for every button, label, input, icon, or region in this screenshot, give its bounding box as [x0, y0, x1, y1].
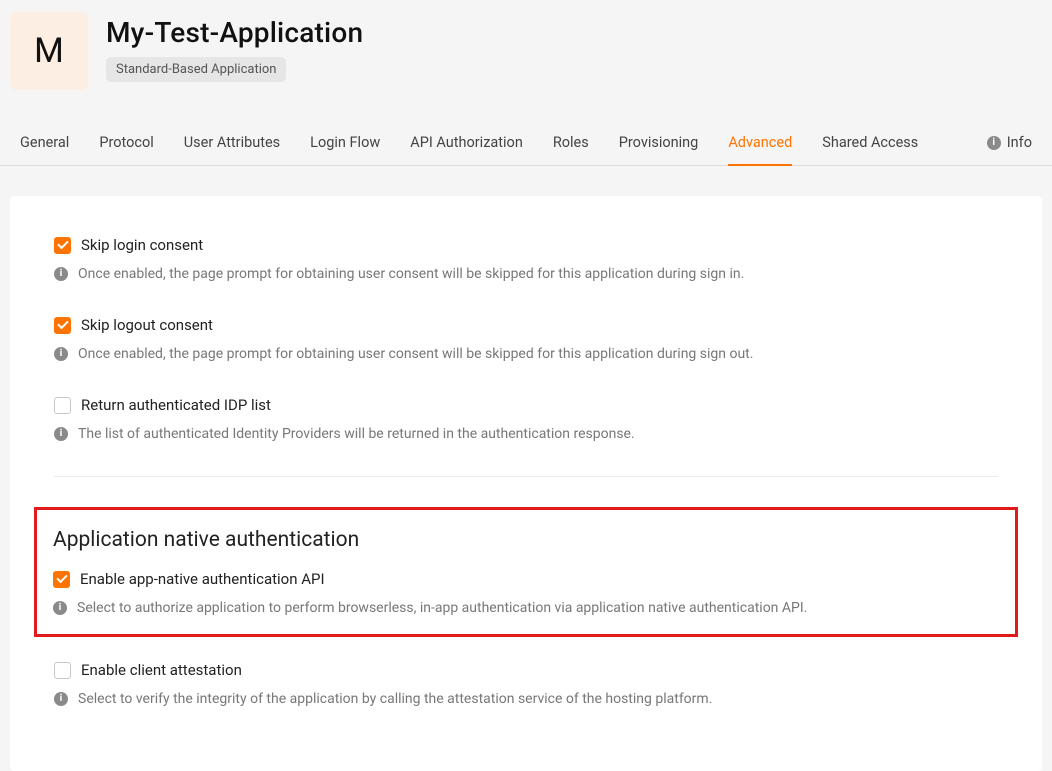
- tab-protocol[interactable]: Protocol: [99, 120, 153, 165]
- hint-enable-client-attestation: Select to verify the integrity of the ap…: [78, 691, 712, 707]
- checkbox-return-idp-list[interactable]: [54, 397, 71, 414]
- hint-return-idp-list: The list of authenticated Identity Provi…: [78, 426, 635, 442]
- app-title-wrap: My-Test-Application Standard-Based Appli…: [106, 12, 363, 82]
- checkbox-enable-client-attestation[interactable]: [54, 662, 71, 679]
- info-icon: i: [987, 136, 1001, 150]
- field-skip-logout-consent: Skip logout consent i Once enabled, the …: [54, 316, 998, 362]
- section-title-native-auth: Application native authentication: [53, 528, 999, 552]
- app-avatar: M: [10, 12, 88, 90]
- app-title: My-Test-Application: [106, 16, 363, 49]
- info-icon: i: [54, 427, 68, 441]
- advanced-panel: Skip login consent i Once enabled, the p…: [10, 196, 1042, 771]
- tab-provisioning[interactable]: Provisioning: [619, 120, 699, 165]
- info-icon: i: [53, 601, 67, 615]
- info-icon: i: [54, 267, 68, 281]
- tab-info-label: Info: [1007, 134, 1032, 151]
- tab-general[interactable]: General: [20, 120, 69, 165]
- hint-enable-app-native: Select to authorize application to perfo…: [77, 600, 807, 616]
- app-type-badge: Standard-Based Application: [106, 57, 286, 82]
- field-return-idp-list: Return authenticated IDP list i The list…: [54, 396, 998, 442]
- tab-advanced[interactable]: Advanced: [728, 120, 792, 165]
- app-header: M My-Test-Application Standard-Based App…: [0, 0, 1052, 100]
- tab-shared-access[interactable]: Shared Access: [822, 120, 918, 165]
- label-skip-logout-consent: Skip logout consent: [81, 316, 213, 334]
- tab-info[interactable]: i Info: [987, 120, 1032, 165]
- label-return-idp-list: Return authenticated IDP list: [81, 396, 271, 414]
- checkbox-enable-app-native[interactable]: [53, 571, 70, 588]
- highlight-app-native-auth: Application native authentication Enable…: [34, 507, 1018, 637]
- checkbox-skip-logout-consent[interactable]: [54, 317, 71, 334]
- tab-bar: General Protocol User Attributes Login F…: [0, 120, 1052, 166]
- field-enable-app-native: Enable app-native authentication API i S…: [53, 570, 999, 616]
- field-skip-login-consent: Skip login consent i Once enabled, the p…: [54, 236, 998, 282]
- field-enable-client-attestation: Enable client attestation i Select to ve…: [54, 661, 998, 707]
- label-enable-client-attestation: Enable client attestation: [81, 661, 242, 679]
- tab-login-flow[interactable]: Login Flow: [310, 120, 380, 165]
- label-skip-login-consent: Skip login consent: [81, 236, 203, 254]
- info-icon: i: [54, 347, 68, 361]
- tab-roles[interactable]: Roles: [553, 120, 589, 165]
- section-divider: [54, 476, 998, 477]
- hint-skip-logout-consent: Once enabled, the page prompt for obtain…: [78, 346, 753, 362]
- tab-api-authorization[interactable]: API Authorization: [410, 120, 523, 165]
- hint-skip-login-consent: Once enabled, the page prompt for obtain…: [78, 266, 744, 282]
- info-icon: i: [54, 692, 68, 706]
- tab-user-attributes[interactable]: User Attributes: [184, 120, 280, 165]
- label-enable-app-native: Enable app-native authentication API: [80, 570, 325, 588]
- checkbox-skip-login-consent[interactable]: [54, 237, 71, 254]
